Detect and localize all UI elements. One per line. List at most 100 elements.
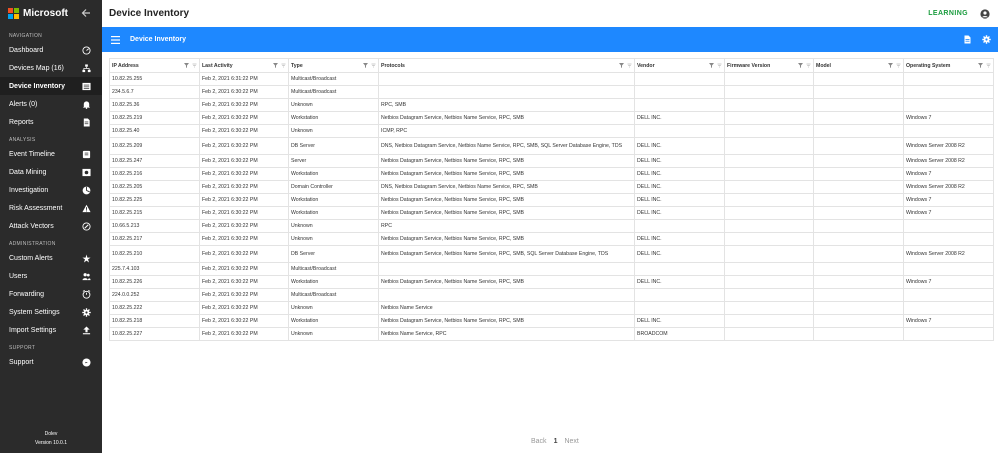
sort-icon[interactable] bbox=[986, 63, 991, 68]
table-row[interactable]: 10.82.25.227 Feb 2, 2021 6:30:22 PM Unknow… bbox=[109, 327, 994, 341]
forwarding-icon bbox=[82, 289, 91, 299]
sidebar-item-devices-map[interactable]: Devices Map (16) bbox=[0, 59, 102, 77]
table-cell: Workstation bbox=[288, 193, 379, 207]
table-row[interactable]: 10.82.25.40 Feb 2, 2021 6:30:22 PM Unknown… bbox=[109, 124, 994, 138]
microsoft-logo-icon bbox=[8, 8, 19, 19]
filter-icon[interactable] bbox=[619, 63, 624, 68]
table-cell: RPC, SMB bbox=[378, 98, 635, 112]
filter-icon[interactable] bbox=[709, 63, 714, 68]
table-cell: Feb 2, 2021 6:30:22 PM bbox=[199, 137, 289, 155]
table-cell: Workstation bbox=[288, 275, 379, 289]
current-page-number[interactable]: 1 bbox=[554, 438, 558, 445]
export-pdf-icon[interactable] bbox=[963, 35, 972, 44]
table-cell bbox=[724, 98, 814, 112]
sort-icon[interactable] bbox=[896, 63, 901, 68]
table-row[interactable]: 10.82.25.209 Feb 2, 2021 6:30:22 PM DB Ser… bbox=[109, 137, 994, 155]
sidebar-item-attack-vectors[interactable]: Attack Vectors bbox=[0, 217, 102, 235]
sidebar-item-event-timeline[interactable]: Event Timeline bbox=[0, 145, 102, 163]
back-arrow-icon[interactable] bbox=[81, 8, 91, 18]
table-cell: Feb 2, 2021 6:31:22 PM bbox=[199, 72, 289, 86]
column-header-vendor[interactable]: Vendor bbox=[634, 58, 725, 73]
filter-icon[interactable] bbox=[978, 63, 983, 68]
column-header-last-activity[interactable]: Last Activity bbox=[199, 58, 289, 73]
table-row[interactable]: 10.82.25.205 Feb 2, 2021 6:30:22 PM Domain… bbox=[109, 180, 994, 194]
next-page-button[interactable]: Next bbox=[564, 438, 578, 445]
table-row[interactable]: 234.5.6.7 Feb 2, 2021 6:30:22 PM Multicast… bbox=[109, 85, 994, 99]
column-header-label: Operating System bbox=[906, 62, 951, 69]
table-row[interactable]: 224.0.0.252 Feb 2, 2021 6:30:22 PM Multica… bbox=[109, 288, 994, 302]
table-cell bbox=[724, 275, 814, 289]
table-row[interactable]: 10.82.25.247 Feb 2, 2021 6:30:22 PM Server… bbox=[109, 154, 994, 168]
sidebar-item-data-mining[interactable]: Data Mining bbox=[0, 163, 102, 181]
table-cell bbox=[634, 72, 725, 86]
sort-icon[interactable] bbox=[627, 63, 632, 68]
sidebar-item-system-settings[interactable]: System Settings bbox=[0, 303, 102, 321]
filter-icon[interactable] bbox=[273, 63, 278, 68]
table-cell: Feb 2, 2021 6:30:22 PM bbox=[199, 314, 289, 328]
table-row[interactable]: 10.82.25.216 Feb 2, 2021 6:30:22 PM Workst… bbox=[109, 167, 994, 181]
sidebar-item-investigation[interactable]: Investigation bbox=[0, 181, 102, 199]
sidebar-item-risk-assessment[interactable]: Risk Assessment bbox=[0, 199, 102, 217]
table-cell bbox=[813, 219, 904, 233]
sidebar-item-device-inventory[interactable]: Device Inventory bbox=[0, 77, 102, 95]
sidebar-item-support[interactable]: Support bbox=[0, 353, 102, 371]
table-row[interactable]: 10.82.25.210 Feb 2, 2021 6:30:22 PM DB Ser… bbox=[109, 245, 994, 263]
table-row[interactable]: 10.82.25.226 Feb 2, 2021 6:30:22 PM Workst… bbox=[109, 275, 994, 289]
user-account-icon[interactable] bbox=[980, 8, 990, 19]
sort-icon[interactable] bbox=[806, 63, 811, 68]
sort-icon[interactable] bbox=[717, 63, 722, 68]
sidebar-item-custom-alerts[interactable]: Custom Alerts bbox=[0, 249, 102, 267]
table-row[interactable]: 10.82.25.218 Feb 2, 2021 6:30:22 PM Workst… bbox=[109, 314, 994, 328]
gear-icon[interactable] bbox=[982, 35, 991, 44]
sort-icon[interactable] bbox=[192, 63, 197, 68]
table-row[interactable]: 225.7.4.103 Feb 2, 2021 6:30:22 PM Multica… bbox=[109, 262, 994, 276]
filter-icon[interactable] bbox=[184, 63, 189, 68]
sidebar-item-label: Support bbox=[9, 358, 34, 366]
table-row[interactable]: 10.82.25.217 Feb 2, 2021 6:30:22 PM Unknow… bbox=[109, 232, 994, 246]
column-header-operating-system[interactable]: Operating System bbox=[903, 58, 994, 73]
table-row[interactable]: 10.82.25.219 Feb 2, 2021 6:30:22 PM Workst… bbox=[109, 111, 994, 125]
sort-icon[interactable] bbox=[371, 63, 376, 68]
upload-icon bbox=[82, 325, 91, 335]
filter-icon[interactable] bbox=[888, 63, 893, 68]
sidebar-item-users[interactable]: Users bbox=[0, 267, 102, 285]
filter-icon[interactable] bbox=[363, 63, 368, 68]
table-cell: Feb 2, 2021 6:30:22 PM bbox=[199, 98, 289, 112]
table-cell: Multicast/Broadcast bbox=[288, 288, 379, 302]
table-cell: DELL INC. bbox=[634, 314, 725, 328]
sidebar-item-reports[interactable]: Reports bbox=[0, 113, 102, 131]
column-header-firmware-version[interactable]: Firmware Version bbox=[724, 58, 814, 73]
back-page-button[interactable]: Back bbox=[531, 438, 547, 445]
table-row[interactable]: 10.82.25.215 Feb 2, 2021 6:30:22 PM Workst… bbox=[109, 206, 994, 220]
column-header-model[interactable]: Model bbox=[813, 58, 904, 73]
table-row[interactable]: 10.82.25.222 Feb 2, 2021 6:30:22 PM Unknow… bbox=[109, 301, 994, 315]
sidebar-item-import-settings[interactable]: Import Settings bbox=[0, 321, 102, 339]
sidebar-item-label: Reports bbox=[9, 118, 34, 126]
column-header-ip-address[interactable]: IP Address bbox=[109, 58, 200, 73]
table-row[interactable]: 10.82.25.225 Feb 2, 2021 6:30:22 PM Workst… bbox=[109, 193, 994, 207]
table-cell bbox=[724, 154, 814, 168]
table-cell: 225.7.4.103 bbox=[109, 262, 200, 276]
filter-icon[interactable] bbox=[798, 63, 803, 68]
table-cell bbox=[724, 219, 814, 233]
table-cell bbox=[378, 288, 635, 302]
sidebar-item-alerts[interactable]: Alerts (0) bbox=[0, 95, 102, 113]
column-header-type[interactable]: Type bbox=[288, 58, 379, 73]
table-cell: 234.5.6.7 bbox=[109, 85, 200, 99]
table-row[interactable]: 10.82.25.255 Feb 2, 2021 6:31:22 PM Multic… bbox=[109, 72, 994, 86]
table-cell: Netbios Datagram Service, Netbios Name S… bbox=[378, 232, 635, 246]
column-header-label: IP Address bbox=[112, 62, 139, 69]
sidebar-item-dashboard[interactable]: Dashboard bbox=[0, 41, 102, 59]
sidebar-item-forwarding[interactable]: Forwarding bbox=[0, 285, 102, 303]
table-row[interactable]: 10.82.25.36 Feb 2, 2021 6:30:22 PM Unknown… bbox=[109, 98, 994, 112]
table-cell: Feb 2, 2021 6:30:22 PM bbox=[199, 85, 289, 99]
column-header-protocols[interactable]: Protocols bbox=[378, 58, 635, 73]
table-cell bbox=[634, 219, 725, 233]
learning-mode-label[interactable]: LEARNING bbox=[928, 10, 968, 17]
table-cell bbox=[634, 262, 725, 276]
hamburger-menu-icon[interactable] bbox=[111, 35, 120, 44]
table-cell: 10.82.25.217 bbox=[109, 232, 200, 246]
sort-icon[interactable] bbox=[281, 63, 286, 68]
table-cell: Feb 2, 2021 6:30:22 PM bbox=[199, 288, 289, 302]
table-row[interactable]: 10.66.5.213 Feb 2, 2021 6:30:22 PM Unknown… bbox=[109, 219, 994, 233]
